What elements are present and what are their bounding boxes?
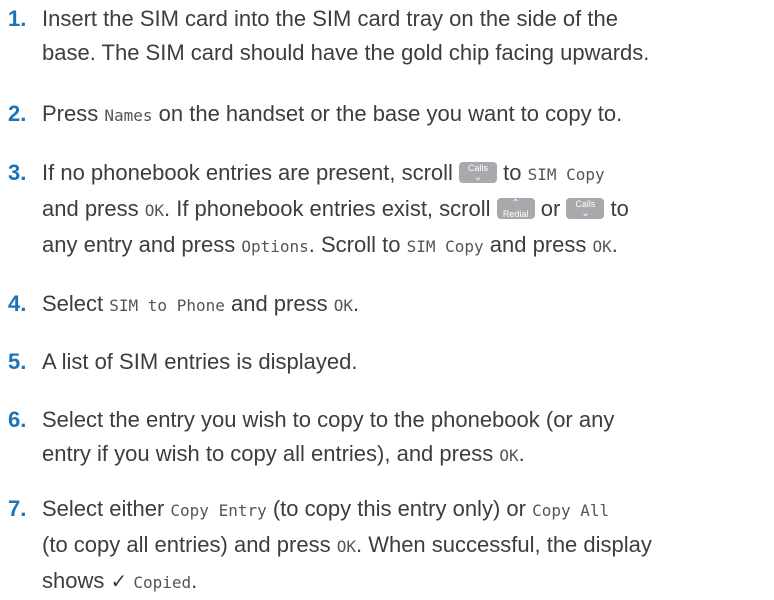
redial-key-icon: ⌃ Redial <box>496 197 535 219</box>
step-number: 7. <box>8 496 27 521</box>
checkmark-icon: ✓ <box>110 569 128 593</box>
display-text-ok: OK <box>333 296 353 315</box>
step-3: 3. If no phonebook entries are present, … <box>0 156 774 264</box>
step-6: 6. Select the entry you wish to copy to … <box>0 403 774 473</box>
step-number: 1. <box>8 6 27 31</box>
step-5: 5. A list of SIM entries is displayed. <box>0 345 774 379</box>
display-text-copy-all: Copy All <box>532 501 610 520</box>
display-text-ok: OK <box>144 201 164 220</box>
display-text-options: Options <box>241 237 309 256</box>
step-number: 4. <box>8 291 27 316</box>
display-text-sim-copy: SIM Copy <box>406 237 484 256</box>
display-text-names: Names <box>104 106 153 125</box>
step-text: A list of SIM entries is displayed. <box>42 349 358 374</box>
step-4: 4. Select SIM to Phone and press OK. <box>0 287 774 323</box>
instruction-page: 1. Insert the SIM card into the SIM card… <box>0 0 774 593</box>
step-number: 3. <box>8 160 27 185</box>
display-text-ok: OK <box>499 446 519 465</box>
step-text: Select SIM to Phone and press OK. <box>42 291 360 316</box>
step-number: 2. <box>8 101 27 126</box>
step-text: Insert the SIM card into the SIM card tr… <box>42 6 650 65</box>
display-text-ok: OK <box>592 237 612 256</box>
step-text: Press Names on the handset or the base y… <box>42 101 623 126</box>
calls-key-icon: Calls ⌄ <box>459 161 498 183</box>
display-text-ok: OK <box>336 537 356 556</box>
step-text: If no phonebook entries are present, scr… <box>42 160 629 257</box>
step-number: 6. <box>8 407 27 432</box>
down-arrow-icon: ⌄ <box>473 171 483 183</box>
step-7: 7. Select either Copy Entry (to copy thi… <box>0 492 774 600</box>
down-arrow-icon: ⌄ <box>581 207 590 219</box>
calls-key-icon: Calls ⌄ <box>566 197 605 219</box>
up-arrow-icon: ⌃ <box>511 197 520 209</box>
display-text-sim-copy: SIM Copy <box>527 165 605 184</box>
step-1: 1. Insert the SIM card into the SIM card… <box>0 2 774 70</box>
display-text-sim-to-phone: SIM to Phone <box>109 296 225 315</box>
step-text: Select either Copy Entry (to copy this e… <box>42 496 652 593</box>
step-number: 5. <box>8 349 27 374</box>
step-text: Select the entry you wish to copy to the… <box>42 407 615 466</box>
display-text-copy-entry: Copy Entry <box>170 501 267 520</box>
display-text-copied: Copied <box>133 573 192 592</box>
step-2: 2. Press Names on the handset or the bas… <box>0 97 774 133</box>
